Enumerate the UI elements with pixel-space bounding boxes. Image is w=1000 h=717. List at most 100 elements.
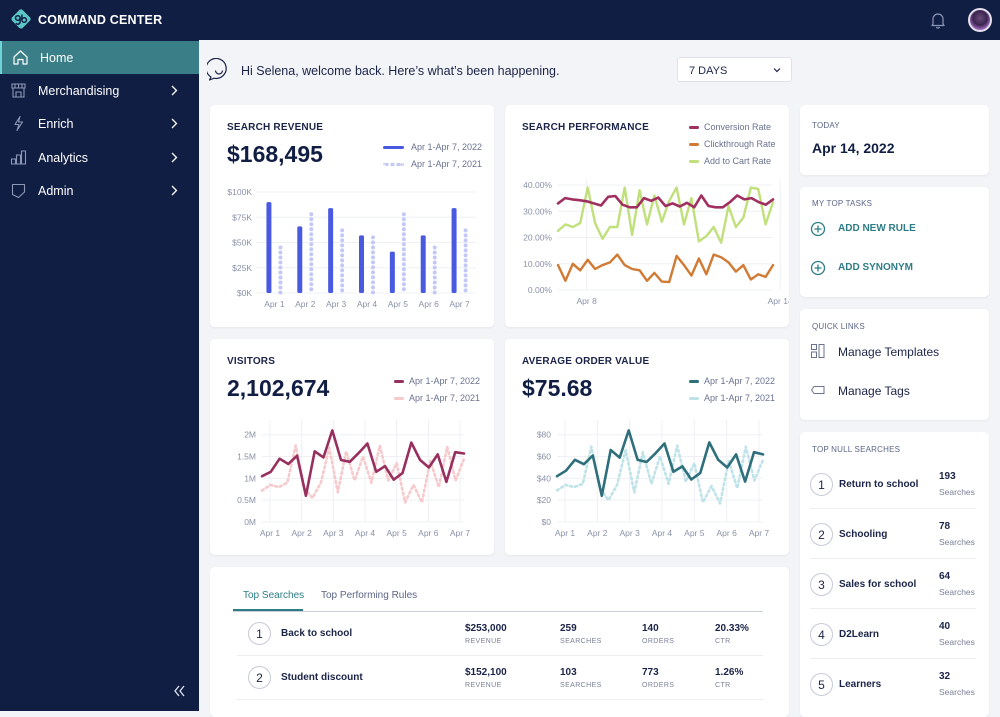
plus-circle-icon bbox=[810, 260, 826, 276]
tab-top-searches[interactable]: Top Searches bbox=[243, 590, 304, 601]
legend-swatch bbox=[689, 380, 699, 383]
double-chevron-left-icon[interactable] bbox=[172, 684, 188, 698]
chevron-right-icon bbox=[171, 185, 178, 196]
welcome-message: Hi Selena, welcome back. Here’s what’s b… bbox=[241, 64, 560, 78]
today-label: TODAY bbox=[812, 121, 840, 130]
sidebar-item-label: Merchandising bbox=[38, 84, 120, 98]
quick-links-card: QUICK LINKS Manage Templates Manage Tags bbox=[800, 309, 989, 420]
null-searches-card: TOP NULL SEARCHES 1 Return to school 193 Se… bbox=[800, 432, 989, 717]
chevron-down-icon bbox=[773, 68, 781, 73]
search-term: D2Learn bbox=[839, 629, 880, 640]
legend-swatch bbox=[394, 380, 404, 383]
x-tick-label: Apr 1 bbox=[555, 528, 576, 538]
manage-tags-link[interactable]: Manage Tags bbox=[810, 382, 910, 400]
sidebar-item-home[interactable]: Home bbox=[0, 41, 199, 74]
search-count-label: Searches bbox=[939, 637, 975, 647]
search-count-label: Searches bbox=[939, 537, 975, 547]
searches-metric: 103 SEARCHES bbox=[560, 667, 602, 689]
revenue-bar-chart: $0K $25K $50K $75K $100K Apr 1 Apr 2 Apr 3 Apr 4… bbox=[227, 187, 476, 309]
add-synonym-button[interactable]: ADD SYNONYM bbox=[810, 259, 913, 277]
legend-swatch bbox=[383, 163, 404, 166]
rank-badge: 2 bbox=[810, 523, 833, 546]
y-tick-label: 40.00% bbox=[523, 180, 552, 190]
y-tick-label: $50K bbox=[232, 238, 252, 248]
revenue-metric: $152,100 REVENUE bbox=[465, 667, 507, 689]
manage-templates-link[interactable]: Manage Templates bbox=[810, 343, 939, 361]
logo-icon[interactable] bbox=[10, 8, 32, 30]
date-range-select[interactable]: 7 DAYS bbox=[677, 57, 792, 82]
y-tick-label: 20.00% bbox=[523, 233, 552, 243]
sidebar-item-label: Enrich bbox=[38, 117, 74, 131]
table-row[interactable]: 2 Student discount $152,100 REVENUE 103 SE… bbox=[237, 656, 763, 700]
list-item[interactable]: 2 Schooling 78 Searches bbox=[810, 509, 976, 559]
sidebar-item-analytics[interactable]: Analytics bbox=[0, 141, 199, 174]
sidebar-item-label: Admin bbox=[38, 184, 74, 198]
search-term: Return to school bbox=[839, 479, 919, 490]
rank-badge: 1 bbox=[810, 473, 833, 496]
y-tick-label: 0.5M bbox=[237, 495, 256, 505]
rank-badge: 2 bbox=[248, 666, 271, 689]
bar-2022 bbox=[328, 208, 334, 293]
series-line-add-to-cart-rate bbox=[556, 186, 775, 245]
card-title: SEARCH REVENUE bbox=[227, 122, 324, 133]
sidebar-item-merchandising[interactable]: Merchandising bbox=[0, 74, 199, 107]
bar-2022 bbox=[389, 251, 395, 293]
legend-swatch bbox=[394, 397, 404, 400]
y-tick-label: 0M bbox=[244, 517, 256, 527]
x-tick-label: Apr 2 bbox=[295, 299, 316, 309]
user-avatar[interactable] bbox=[968, 8, 992, 32]
add-new-rule-button[interactable]: ADD NEW RULE bbox=[810, 220, 916, 238]
x-tick-label: Apr 14 bbox=[768, 296, 789, 306]
x-tick-label: Apr 2 bbox=[292, 528, 313, 538]
x-tick-label: Apr 5 bbox=[388, 299, 409, 309]
quick-links-label: QUICK LINKS bbox=[812, 322, 865, 331]
sidebar-item-admin[interactable]: Admin bbox=[0, 174, 199, 207]
x-tick-label: Apr 6 bbox=[419, 299, 440, 309]
x-tick-label: Apr 5 bbox=[684, 528, 705, 538]
store-icon bbox=[11, 83, 26, 98]
x-tick-label: Apr 3 bbox=[326, 299, 347, 309]
x-tick-label: Apr 4 bbox=[355, 528, 376, 538]
search-count: 32 bbox=[939, 671, 951, 682]
search-term: Student discount bbox=[281, 672, 363, 683]
series-line-apr-1-apr-7-2022 bbox=[260, 429, 466, 498]
rank-badge: 1 bbox=[248, 622, 271, 645]
table-row[interactable]: 1 Back to school $253,000 REVENUE 259 SEAR… bbox=[237, 612, 763, 656]
orders-metric: 773 ORDERS bbox=[642, 667, 675, 689]
y-tick-label: $0 bbox=[542, 517, 552, 527]
bar-2022 bbox=[297, 226, 303, 293]
search-count-label: Searches bbox=[939, 487, 975, 497]
x-tick-label: Apr 6 bbox=[418, 528, 439, 538]
legend-swatch bbox=[689, 143, 699, 146]
series-line-apr-1-apr-7-2021 bbox=[260, 444, 466, 504]
list-item[interactable]: 1 Return to school 193 Searches bbox=[810, 459, 976, 509]
sidebar-item-label: Analytics bbox=[38, 151, 89, 165]
x-tick-label: Apr 7 bbox=[749, 528, 770, 538]
y-tick-label: $0K bbox=[237, 288, 252, 298]
lightning-icon bbox=[14, 115, 24, 132]
today-date: Apr 14, 2022 bbox=[812, 140, 895, 156]
legend-swatch bbox=[689, 160, 699, 163]
list-item[interactable]: 4 D2Learn 40 Searches bbox=[810, 609, 976, 659]
list-item[interactable]: 5 Learners 32 Searches bbox=[810, 659, 976, 709]
bell-icon[interactable] bbox=[928, 10, 948, 30]
rank-badge: 3 bbox=[810, 573, 833, 596]
search-revenue-card: SEARCH REVENUE $168,495 Apr 1-Apr 7, 202… bbox=[210, 105, 494, 327]
bar-2022 bbox=[451, 208, 457, 293]
y-tick-label: 10.00% bbox=[523, 259, 552, 269]
search-count: 64 bbox=[939, 571, 951, 582]
bar-2022 bbox=[420, 235, 426, 293]
tab-top-performing-rules[interactable]: Top Performing Rules bbox=[321, 590, 417, 601]
rank-badge: 5 bbox=[810, 673, 833, 696]
chevron-right-icon bbox=[171, 118, 178, 129]
list-item[interactable]: 3 Sales for school 64 Searches bbox=[810, 559, 976, 609]
x-tick-label: Apr 2 bbox=[587, 528, 608, 538]
bar-2022 bbox=[359, 235, 364, 293]
sidebar-item-enrich[interactable]: Enrich bbox=[0, 107, 199, 140]
orders-metric: 140 ORDERS bbox=[642, 623, 675, 645]
search-count: 78 bbox=[939, 521, 951, 532]
plus-circle-icon bbox=[810, 221, 826, 237]
top-searches-tabs: Top Searches Top Performing Rules bbox=[233, 585, 763, 612]
home-icon bbox=[13, 50, 28, 65]
search-count-label: Searches bbox=[939, 587, 975, 597]
